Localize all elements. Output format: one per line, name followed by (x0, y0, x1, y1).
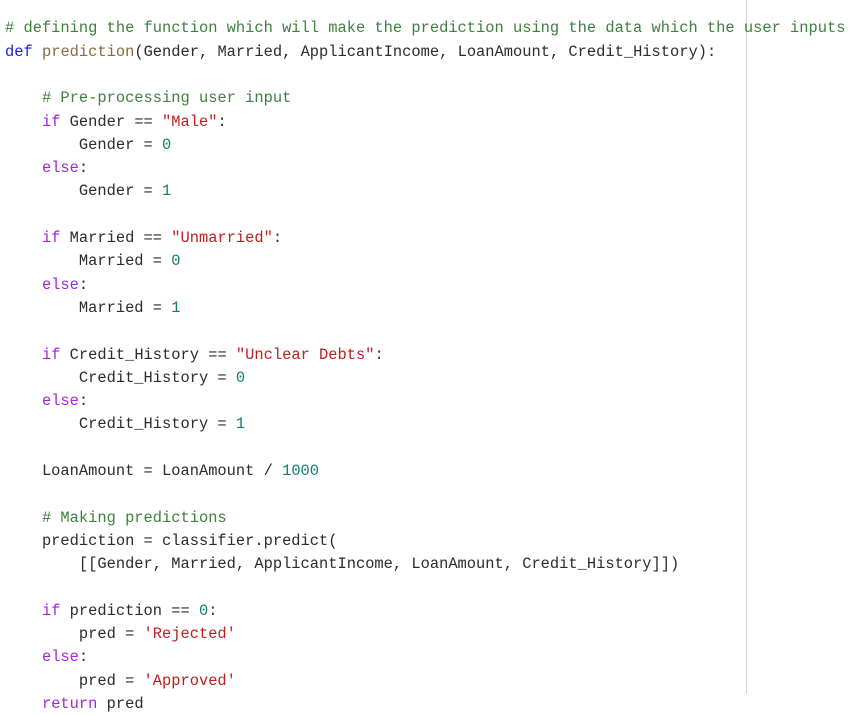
token-kw-flow: return (41, 695, 98, 713)
code-line: Credit_History = 0 (5, 367, 852, 390)
token-plain: prediction == (60, 601, 199, 620)
code-line: Gender = 1 (5, 180, 852, 203)
token-string: "Unmarried" (171, 229, 273, 248)
code-line: if Married == "Unmarried": (5, 227, 852, 250)
token-string: "Unclear Debts" (235, 345, 375, 364)
token-number: 1 (235, 415, 246, 434)
token-plain: Gender == (60, 112, 163, 131)
code-line: if prediction == 0: (5, 600, 852, 623)
code-line: [[Gender, Married, ApplicantIncome, Loan… (5, 553, 852, 576)
token-plain: Gender = (5, 182, 163, 201)
token-number: 0 (235, 368, 246, 387)
token-string: 'Rejected' (143, 625, 236, 644)
token-plain: : (272, 229, 283, 248)
python-code-block[interactable]: # defining the function which will make … (0, 15, 852, 716)
code-line: else: (5, 157, 852, 180)
token-comment: # defining the function which will make … (5, 19, 846, 38)
token-plain: prediction = classifier.predict( (5, 531, 338, 550)
token-number: 0 (162, 135, 172, 154)
token-plain: : (208, 601, 218, 620)
token-kw-flow: else (41, 275, 79, 294)
token-number: 1000 (282, 462, 320, 481)
code-line: return pred (5, 693, 852, 716)
token-kw-flow: else (41, 648, 79, 667)
token-plain: : (78, 392, 89, 411)
code-line: pred = 'Approved' (5, 670, 852, 693)
code-line: else: (5, 646, 852, 669)
token-plain: Married = (5, 252, 172, 271)
token-plain: Married = (5, 298, 172, 317)
token-comment: # Pre-processing user input (41, 89, 292, 108)
token-plain: : (78, 159, 89, 178)
token-plain: : (217, 112, 227, 131)
token-plain: [[Gender, Married, ApplicantIncome, Loan… (5, 555, 680, 574)
token-plain: : (78, 648, 89, 667)
token-plain: pred (97, 695, 144, 713)
token-plain: Credit_History == (60, 345, 236, 364)
code-line: if Gender == "Male": (5, 111, 852, 134)
code-line: def prediction(Gender, Married, Applican… (5, 41, 852, 64)
code-line: # defining the function which will make … (5, 17, 852, 40)
token-plain: (Gender, Married, ApplicantIncome, LoanA… (134, 42, 717, 61)
token-comment: # Making predictions (41, 508, 227, 527)
token-kw-flow: else (41, 159, 79, 178)
token-kw-flow: if (41, 601, 61, 620)
code-editor-surface: # defining the function which will make … (0, 0, 852, 713)
token-plain: Credit_History = (5, 368, 236, 387)
token-funcname: prediction (41, 42, 135, 61)
token-number: 0 (171, 252, 181, 271)
token-kw-flow: if (41, 345, 61, 364)
code-line: # Pre-processing user input (5, 87, 852, 110)
code-line: prediction = classifier.predict( (5, 530, 852, 553)
code-line: else: (5, 274, 852, 297)
code-line: if Credit_History == "Unclear Debts": (5, 344, 852, 367)
code-line: Married = 1 (5, 297, 852, 320)
code-line: pred = 'Rejected' (5, 623, 852, 646)
code-line: LoanAmount = LoanAmount / 1000 (5, 460, 852, 483)
token-plain: : (78, 275, 89, 294)
code-line: # Making predictions (5, 507, 852, 530)
token-plain: : (374, 345, 384, 364)
code-line: Gender = 0 (5, 134, 852, 157)
token-plain: pred = (5, 671, 144, 690)
token-number: 1 (162, 182, 172, 201)
token-plain: pred = (5, 625, 144, 644)
token-kw-def: def (5, 42, 33, 61)
code-line: Married = 0 (5, 250, 852, 273)
token-plain: LoanAmount = LoanAmount / (5, 462, 283, 481)
token-number: 0 (198, 601, 209, 620)
token-plain: Credit_History = (5, 415, 236, 434)
token-plain: Married == (60, 229, 172, 248)
token-kw-flow: if (41, 112, 61, 131)
token-number: 1 (171, 298, 181, 317)
token-kw-flow: if (41, 229, 61, 248)
code-line: Credit_History = 1 (5, 413, 852, 436)
token-string: 'Approved' (143, 671, 236, 690)
token-plain: Gender = (5, 135, 163, 154)
token-kw-flow: else (41, 392, 79, 411)
code-line: else: (5, 390, 852, 413)
token-string: "Male" (162, 112, 218, 131)
